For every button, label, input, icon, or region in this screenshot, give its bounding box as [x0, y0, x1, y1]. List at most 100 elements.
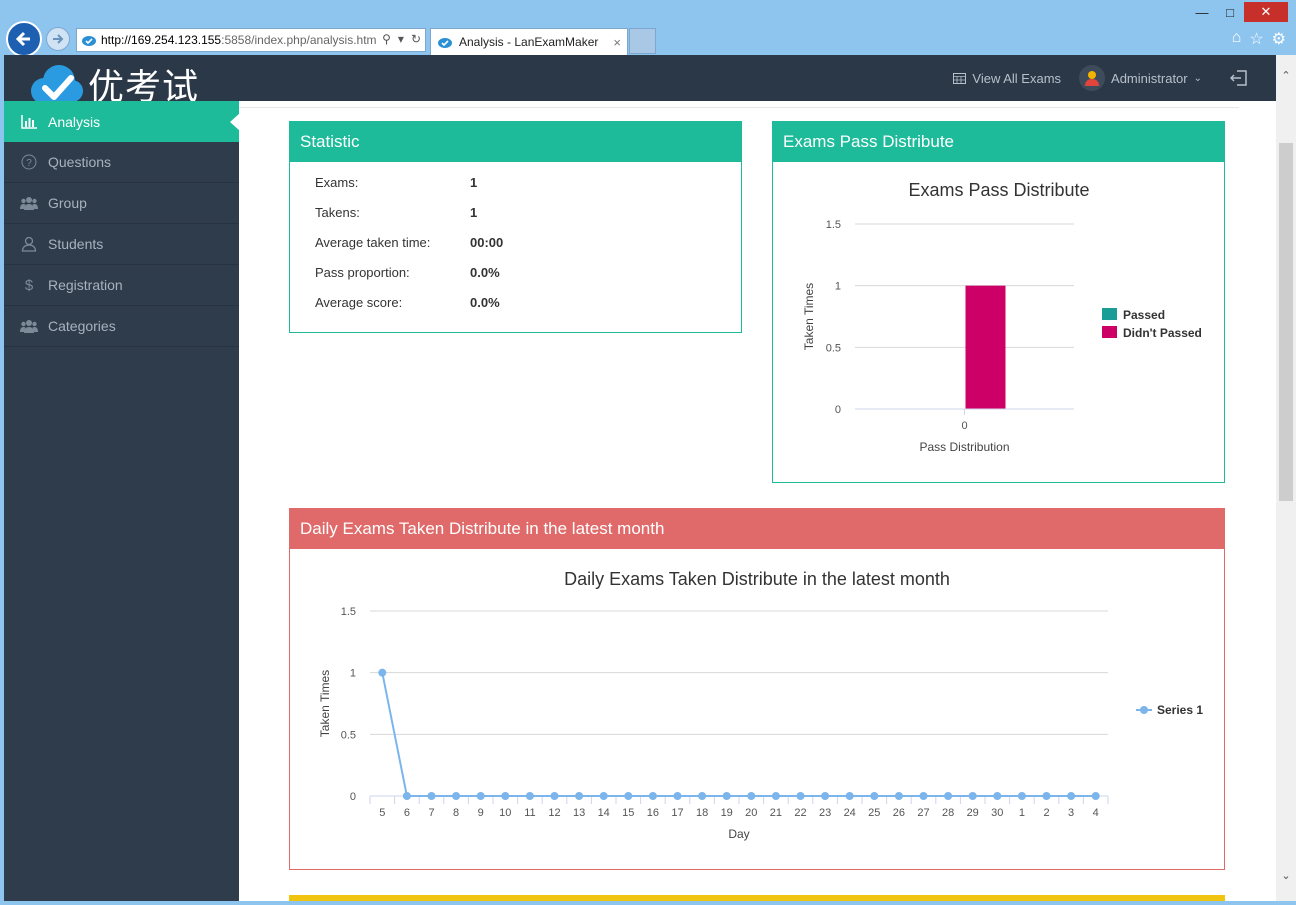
browser-tab[interactable]: Analysis - LanExamMaker ×	[430, 28, 628, 55]
divider	[239, 107, 1239, 108]
stat-value: 1	[470, 174, 478, 190]
user-name: Administrator	[1111, 70, 1188, 86]
sidebar-item-analysis[interactable]: Analysis	[4, 101, 240, 142]
stat-label: Average score:	[315, 294, 403, 310]
dropdown-icon[interactable]: ▾	[398, 32, 404, 46]
x-tick-label: 5	[379, 807, 385, 819]
scroll-down-icon[interactable]: ⌄	[1276, 869, 1296, 882]
minimize-icon[interactable]: —	[1188, 2, 1216, 22]
data-point	[575, 792, 584, 800]
y-axis-label: Taken Times	[802, 283, 816, 350]
back-button[interactable]	[6, 21, 42, 57]
x-tick-label: 23	[819, 807, 831, 819]
refresh-icon[interactable]: ↻	[411, 32, 421, 46]
sidebar-item-students[interactable]: Students	[4, 224, 239, 265]
star-icon[interactable]: ☆	[1249, 29, 1263, 49]
data-point	[378, 668, 387, 677]
data-point	[722, 792, 731, 800]
x-tick-label: 29	[967, 807, 979, 819]
data-point	[648, 792, 657, 800]
legend-swatch	[1102, 326, 1117, 338]
stat-label: Exams:	[315, 174, 359, 190]
stat-label: Takens:	[315, 204, 360, 220]
stat-value: 00:00	[470, 234, 504, 250]
sidebar-item-label: Registration	[48, 277, 123, 293]
close-tab-icon[interactable]: ×	[613, 35, 621, 50]
tab-title: Analysis - LanExamMaker	[459, 35, 599, 49]
data-point	[821, 792, 830, 800]
x-tick-label: 16	[647, 807, 659, 819]
x-tick-label: 22	[794, 807, 806, 819]
users-icon	[20, 317, 38, 335]
logout-icon[interactable]	[1230, 69, 1248, 87]
y-tick-label: 0	[835, 404, 841, 416]
data-point	[993, 792, 1002, 800]
x-tick-label: 28	[942, 807, 954, 819]
y-tick-label: 0.5	[341, 729, 356, 741]
legend-marker	[1140, 706, 1148, 714]
sidebar-item-questions[interactable]: ? Questions	[4, 142, 239, 183]
y-tick-label: 1.5	[341, 606, 356, 618]
forward-button[interactable]	[46, 27, 70, 51]
home-icon[interactable]: ⌂	[1232, 29, 1242, 49]
site-icon	[82, 36, 96, 46]
chart-title: Exams Pass Distribute	[908, 180, 1089, 200]
data-point	[698, 792, 707, 800]
top-navbar: 优考试 View All Exams Administrator ⌄	[4, 55, 1276, 108]
search-icon[interactable]: ⚲	[382, 32, 391, 46]
data-point	[771, 792, 780, 800]
x-tick-label: 24	[844, 807, 856, 819]
user-icon	[20, 235, 38, 253]
gear-icon[interactable]: ⚙	[1272, 29, 1286, 49]
main-content: Statistic Exams: 1 Takens: 1 Average taken…	[239, 101, 1276, 901]
sidebar-item-categories[interactable]: Categories	[4, 306, 239, 347]
cloud-check-icon	[31, 65, 83, 104]
stat-value: 0.0%	[470, 264, 500, 280]
sidebar-item-group[interactable]: Group	[4, 183, 239, 224]
daily-distribute-panel-title: Daily Exams Taken Distribute in the late…	[290, 509, 1224, 549]
data-point	[476, 792, 485, 800]
legend-label: Passed	[1123, 308, 1165, 322]
user-menu[interactable]: Administrator ⌄	[1079, 65, 1202, 91]
calendar-icon	[953, 73, 967, 84]
scroll-up-icon[interactable]: ⌃	[1276, 69, 1296, 82]
data-point	[870, 792, 879, 800]
sidebar: Analysis ? Questions Group Students $ Re…	[4, 101, 240, 901]
x-tick-label: 30	[991, 807, 1003, 819]
maximize-icon[interactable]: □	[1216, 2, 1244, 22]
y-tick-label: 1	[350, 668, 356, 680]
data-point	[1042, 792, 1051, 800]
bar-chart-icon	[20, 113, 38, 131]
x-tick-label: 6	[404, 807, 410, 819]
stat-row-takens: Takens: 1	[290, 197, 741, 227]
y-tick-label: 1	[835, 281, 841, 293]
sidebar-item-label: Analysis	[48, 113, 101, 130]
view-all-exams-link[interactable]: View All Exams	[953, 71, 1061, 86]
close-window-icon[interactable]: ✕	[1244, 2, 1288, 22]
avatar	[1079, 65, 1106, 91]
data-point	[1091, 792, 1100, 800]
address-bar[interactable]: http://169.254.123.155:5858/index.php/an…	[76, 28, 426, 52]
data-point	[796, 792, 805, 800]
sidebar-item-label: Questions	[48, 154, 112, 170]
vertical-scrollbar[interactable]: ⌃ ⌄	[1276, 55, 1296, 901]
legend-swatch	[1102, 308, 1117, 320]
data-point	[525, 792, 534, 800]
x-tick-label: 10	[499, 807, 511, 819]
sidebar-item-label: Categories	[48, 318, 116, 334]
users-icon	[20, 194, 38, 212]
bar	[965, 285, 1006, 409]
data-point	[1017, 792, 1026, 800]
data-point	[894, 792, 903, 800]
new-tab-button[interactable]	[629, 28, 656, 54]
sidebar-item-registration[interactable]: $ Registration	[4, 265, 239, 306]
next-panel-header	[289, 895, 1225, 901]
data-point	[944, 792, 953, 800]
chevron-down-icon: ⌄	[1193, 72, 1202, 84]
data-point	[624, 792, 633, 800]
stat-row-average-score: Average score: 0.0%	[290, 287, 741, 317]
url-host: http://169.254.123.155	[101, 33, 222, 47]
x-tick-label: 18	[696, 807, 708, 819]
scrollbar-thumb[interactable]	[1279, 143, 1293, 501]
x-tick-label: 9	[478, 807, 484, 819]
